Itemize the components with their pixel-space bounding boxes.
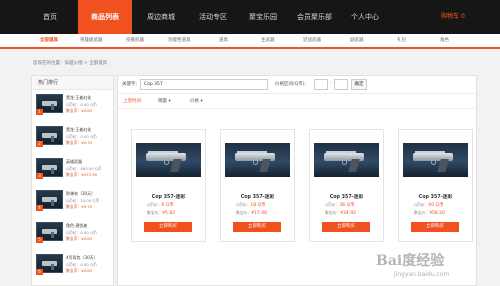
keyword-label: 关键字： <box>122 82 140 87</box>
sort-bar: 上架时间 销量 ▾ 价格 ▾ <box>118 95 476 109</box>
product-title[interactable]: Cop 357-迷彩 <box>399 193 472 200</box>
keyword-input[interactable]: Cop 357 <box>140 79 268 90</box>
product-card[interactable]: Cop 357-迷彩 Q币价：60 Q币 聚宝价：¥58.20 立即购买 <box>398 129 473 242</box>
rank-badge: 2 <box>36 141 43 147</box>
price-min-input[interactable] <box>314 79 328 90</box>
cart-link[interactable]: 购物车 0 <box>441 0 465 34</box>
product-points-price: 聚宝价：¥17.46 <box>236 210 267 216</box>
rank-item-points: 聚宝币：¥4.85 <box>66 236 93 241</box>
rank-item[interactable]: 6 4号背包（30天） Q币价：0.00 Q币 聚宝币：¥4.85 <box>36 254 112 286</box>
rank-badge: 1 <box>36 109 43 115</box>
confirm-button[interactable]: 确定 <box>351 79 367 90</box>
nav-product-list[interactable]: 商品列表 <box>78 0 132 34</box>
hot-ranking-panel: 热门排行 1 黑龙·王者幻化 Q币价：0.00 Q币 聚宝币：¥4.85 2 黑… <box>31 75 114 286</box>
rank-item-points: 聚宝币：¥4.85 <box>66 108 93 113</box>
category-secondary[interactable]: 副武器 <box>350 34 364 47</box>
breadcrumb: 您现在的位置：穿越火线 > 全部道具 <box>33 61 108 66</box>
category-gift-pack[interactable]: 礼包 <box>397 34 406 47</box>
buy-now-button[interactable]: 立即购买 <box>144 222 192 232</box>
chevron-down-icon: ▾ <box>200 99 203 104</box>
nav-home[interactable]: 首页 <box>43 0 57 34</box>
rank-badge: 3 <box>36 173 43 179</box>
product-title[interactable]: Cop 357-迷彩 <box>310 193 383 200</box>
hot-ranking-title: 热门排行 <box>32 76 113 90</box>
category-characters[interactable]: 角色 <box>440 34 449 47</box>
cart-count: 0 <box>460 13 465 20</box>
rank-badge: 4 <box>36 205 43 211</box>
sort-by-time[interactable]: 上架时间 <box>123 98 141 104</box>
rank-badge: 5 <box>36 237 43 243</box>
product-image[interactable] <box>136 143 201 177</box>
price-max-input[interactable] <box>334 79 348 90</box>
price-range-label: 价格区间(Q币)： <box>275 82 310 87</box>
product-image[interactable] <box>225 143 290 177</box>
product-qb-price: Q币价：36 Q币 <box>325 202 355 208</box>
nav-member-club[interactable]: 会员聚乐部 <box>297 0 332 34</box>
product-points-price: 聚宝价：¥34.92 <box>325 210 356 216</box>
nav-events[interactable]: 活动专区 <box>199 0 227 34</box>
product-qb-price: Q币价：60 Q币 <box>414 202 444 208</box>
rank-item-points: 聚宝币：¥4.85 <box>66 268 93 273</box>
sort-by-sales[interactable]: 销量 ▾ <box>158 98 171 104</box>
product-image[interactable] <box>314 143 379 177</box>
rank-item-name[interactable]: 防弹衣（30天） <box>66 191 95 197</box>
category-functional[interactable]: 功能性道具 <box>168 34 191 47</box>
nav-user-center[interactable]: 个人中心 <box>351 0 379 34</box>
category-all[interactable]: 全部道具 <box>40 34 58 47</box>
product-qb-price: Q币价：18 Q币 <box>236 202 266 208</box>
rank-item-name[interactable]: 角色·潜伏者 <box>66 223 87 229</box>
product-points-price: 聚宝价：¥58.20 <box>414 210 445 216</box>
cart-label: 购物车 <box>441 13 460 20</box>
category-bar: 全部道具 英雄级武器 投掷武器 功能性道具 道具 主武器 近战武器 副武器 礼包… <box>0 34 500 49</box>
chevron-down-icon: ▾ <box>168 99 171 104</box>
product-card[interactable]: Cop 357-迷彩 Q币价：18 Q币 聚宝价：¥17.46 立即购买 <box>220 129 295 242</box>
buy-now-button[interactable]: 立即购买 <box>233 222 281 232</box>
top-nav: 首页 商品列表 周边商城 活动专区 聚宝乐园 会员聚乐部 个人中心 购物车 0 <box>0 0 500 34</box>
rank-item-name[interactable]: 黑龙·王者幻化 <box>66 95 91 101</box>
watermark-brand: Bai度经验 <box>376 253 445 269</box>
rank-item-points: 聚宝币：¥9.70 <box>66 204 93 209</box>
rank-item-name[interactable]: 黑龙·王者幻化 <box>66 127 91 133</box>
category-hero-weapons[interactable]: 英雄级武器 <box>80 34 103 47</box>
category-primary[interactable]: 主武器 <box>261 34 275 47</box>
rank-item[interactable]: 4 防弹衣（30天） Q币价：10.00 Q币 聚宝币：¥9.70 <box>36 190 112 222</box>
rank-badge: 6 <box>36 269 43 275</box>
price-range-dash: - <box>330 81 332 86</box>
product-card[interactable]: Cop 357-迷彩 Q币价：36 Q币 聚宝价：¥34.92 立即购买 <box>309 129 384 242</box>
category-items[interactable]: 道具 <box>219 34 228 47</box>
nav-merch-mall[interactable]: 周边商城 <box>147 0 175 34</box>
watermark-url: jingyan.baidu.com <box>394 271 450 278</box>
search-filter-bar: 关键字： Cop 357 价格区间(Q币)： - 确定 <box>118 76 476 94</box>
rank-item-points: 聚宝币：¥473.36 <box>66 172 97 177</box>
rank-item[interactable]: 3 英雄武器 Q币价：480.00 Q币 聚宝币：¥473.36 <box>36 158 112 190</box>
product-card[interactable]: Cop 357-迷彩 Q币价：6 Q币 聚宝价：¥5.82 立即购买 <box>131 129 206 242</box>
product-qb-price: Q币价：6 Q币 <box>147 202 174 208</box>
sort-by-price[interactable]: 价格 ▾ <box>190 98 203 104</box>
category-melee[interactable]: 近战武器 <box>303 34 321 47</box>
product-image[interactable] <box>403 143 468 177</box>
nav-treasure-park[interactable]: 聚宝乐园 <box>249 0 277 34</box>
buy-now-button[interactable]: 立即购买 <box>322 222 370 232</box>
rank-item[interactable]: 2 黑龙·王者幻化 Q币价：0.00 Q币 聚宝币：¥9.70 <box>36 126 112 158</box>
buy-now-button[interactable]: 立即购买 <box>411 222 459 232</box>
rank-item[interactable]: 5 角色·潜伏者 Q币价：0.00 Q币 聚宝币：¥4.85 <box>36 222 112 254</box>
rank-item-points: 聚宝币：¥9.70 <box>66 140 93 145</box>
product-title[interactable]: Cop 357-迷彩 <box>221 193 294 200</box>
category-throwing[interactable]: 投掷武器 <box>126 34 144 47</box>
rank-item-name[interactable]: 英雄武器 <box>66 159 82 165</box>
rank-item[interactable]: 1 黑龙·王者幻化 Q币价：0.00 Q币 聚宝币：¥4.85 <box>36 94 112 126</box>
product-points-price: 聚宝价：¥5.82 <box>147 210 176 216</box>
rank-item-name[interactable]: 4号背包（30天） <box>66 255 98 261</box>
baidu-jingyan-watermark: Bai度经验 jingyan.baidu.com <box>376 250 496 284</box>
product-title[interactable]: Cop 357-迷彩 <box>132 193 205 200</box>
